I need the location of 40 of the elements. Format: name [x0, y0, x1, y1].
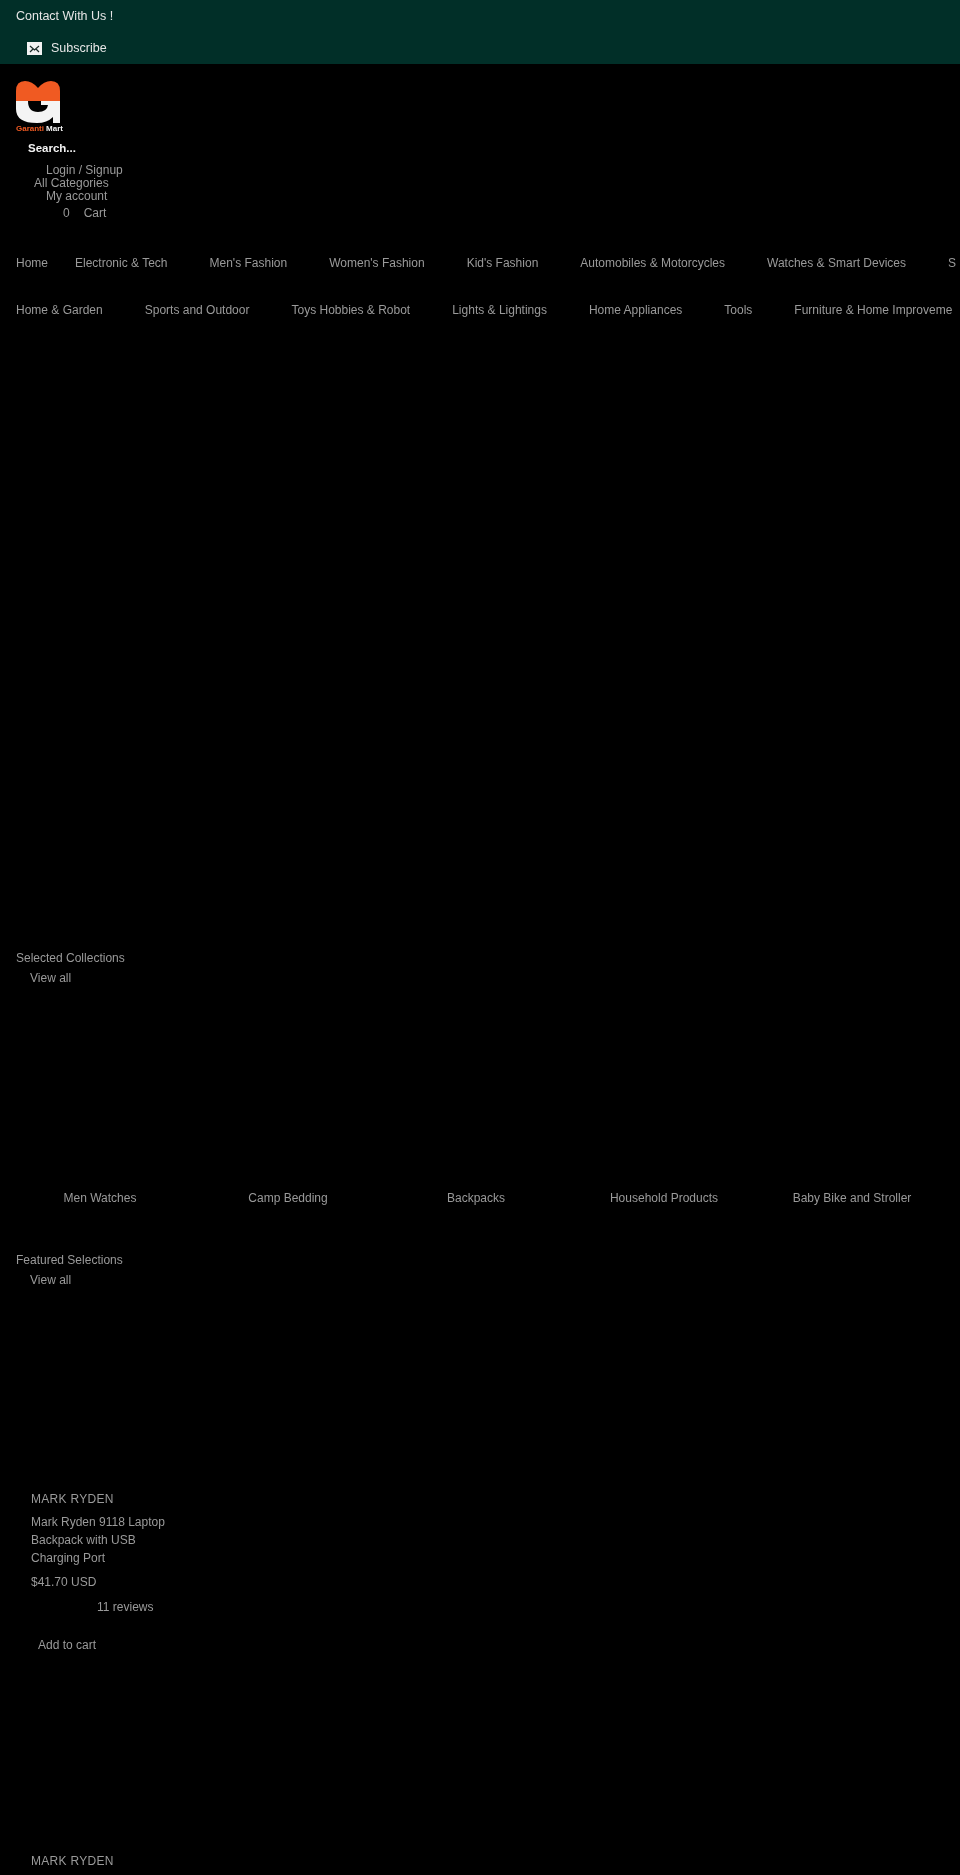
- search-field[interactable]: Search...: [28, 140, 148, 156]
- product-brand: MARK RYDEN: [31, 1854, 114, 1868]
- nav-link[interactable]: Electronic & Tech: [75, 256, 168, 270]
- product-price: $41.70 USD: [31, 1575, 97, 1589]
- nav-link[interactable]: Tools: [724, 303, 753, 317]
- nav-link[interactable]: Home & Garden: [16, 303, 103, 317]
- nav-link[interactable]: S: [948, 256, 956, 270]
- nav-link[interactable]: Toys Hobbies & Robot: [291, 303, 411, 317]
- nav-link[interactable]: Home: [16, 256, 48, 270]
- collection-link[interactable]: Backpacks: [447, 1191, 505, 1205]
- nav-link[interactable]: Sports and Outdoor: [144, 303, 250, 317]
- nav-link[interactable]: Men's Fashion: [209, 256, 288, 270]
- collection-link[interactable]: Camp Bedding: [248, 1191, 328, 1205]
- logo-text: Garanti Mart: [16, 124, 63, 133]
- cart-count: 0: [63, 206, 70, 220]
- subscribe-link[interactable]: Subscribe: [51, 41, 107, 55]
- contact-link[interactable]: Contact With Us !: [16, 8, 114, 24]
- nav-link[interactable]: Furniture & Home Improveme: [794, 303, 953, 317]
- nav-link[interactable]: Home Appliances: [588, 303, 683, 317]
- nav-link[interactable]: Watches & Smart Devices: [767, 256, 906, 270]
- cart-link[interactable]: Cart: [83, 206, 107, 220]
- view-all-link[interactable]: View all: [30, 971, 72, 985]
- nav-link[interactable]: Women's Fashion: [329, 256, 425, 270]
- product-brand: MARK RYDEN: [31, 1492, 114, 1506]
- nav-link[interactable]: Lights & Lightings: [452, 303, 547, 317]
- envelope-icon: [27, 41, 42, 55]
- section-title: Featured Selections: [16, 1253, 123, 1267]
- logo-icon: [16, 79, 60, 123]
- nav-link[interactable]: Automobiles & Motorcycles: [580, 256, 726, 270]
- collection-link[interactable]: Baby Bike and Stroller: [792, 1191, 912, 1205]
- collection-link[interactable]: Men Watches: [63, 1191, 137, 1205]
- login-link[interactable]: Login / Signup: [46, 164, 123, 177]
- product-title[interactable]: Mark Ryden 9118 Laptop Backpack with USB Charging Port: [31, 1513, 171, 1567]
- all-categories-link[interactable]: All Categories: [34, 177, 109, 190]
- nav-link[interactable]: Kid's Fashion: [466, 256, 539, 270]
- collection-link[interactable]: Household Products: [609, 1191, 719, 1205]
- review-count: 11 reviews: [97, 1600, 154, 1614]
- section-title: Selected Collections: [16, 951, 125, 965]
- view-all-link[interactable]: View all: [30, 1273, 72, 1287]
- my-account-link[interactable]: My account: [46, 190, 108, 203]
